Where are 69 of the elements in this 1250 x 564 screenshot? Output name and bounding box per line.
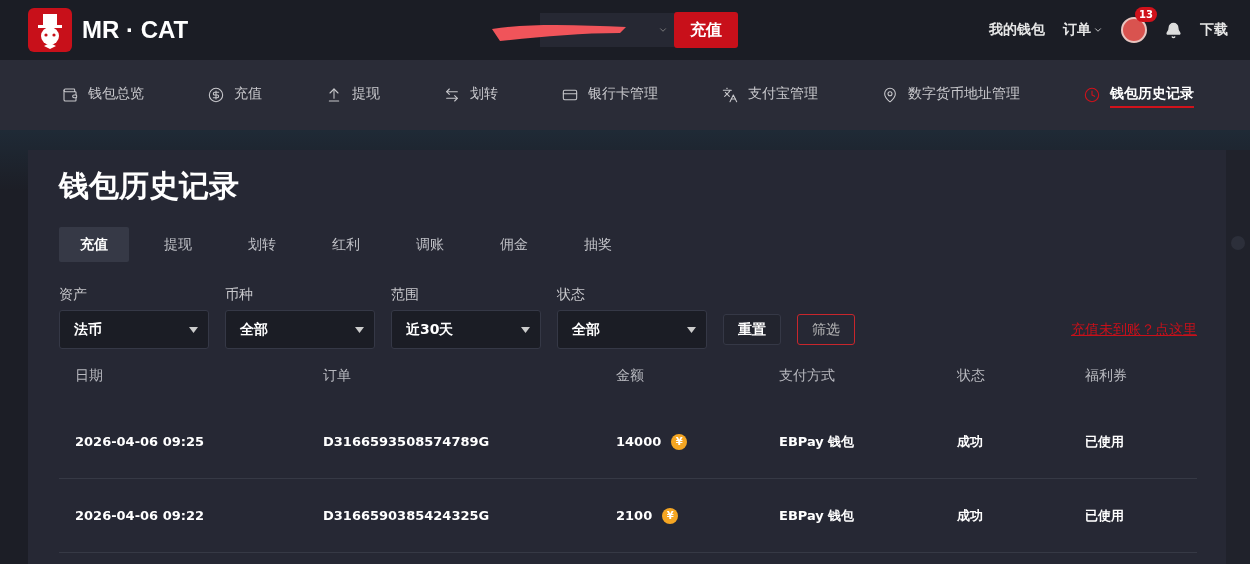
brand-name: MR · CAT [82,16,189,44]
table-cell-text: EBPay 钱包 [779,432,856,451]
caret-icon [687,326,696,333]
filter-label: 币种 [225,286,254,304]
filter-label: 范围 [391,286,420,304]
filter-select[interactable]: 法币 [59,310,209,349]
coin-icon: ¥ [662,507,679,524]
table-cell-text: 成功 [957,432,984,451]
nav-item[interactable]: 钱包历史记录 [1084,82,1194,108]
reset-button[interactable]: 重置 [723,314,781,345]
column-header: 订单 [323,367,352,385]
coin-icon: ¥ [671,433,688,450]
nav-item[interactable]: 数字货币地址管理 [882,82,1020,108]
filter-select[interactable]: 全部 [225,310,375,349]
tab[interactable]: 充值 [59,227,129,262]
nav-item[interactable]: 充值 [208,82,262,108]
table-cell-text: 已使用 [1085,506,1125,525]
table-cell-text: 已使用 [1085,432,1125,451]
coin-icon [208,87,224,103]
wallet-icon [62,87,78,103]
nav-item[interactable]: 支付宝管理 [722,82,818,108]
column-header: 金额 [616,367,645,385]
caret-icon [521,326,530,333]
filter-select[interactable]: 全部 [557,310,707,349]
upload-icon [326,87,342,103]
table-cell-text: EBPay 钱包 [779,506,856,525]
table-cell-text: 2026-04-06 09:25 [75,434,206,449]
tab[interactable]: 红利 [311,227,381,262]
caret-icon [355,326,364,333]
column-header: 日期 [75,367,104,385]
column-header: 支付方式 [779,367,836,385]
chevron-icon [657,25,668,35]
clock-icon [1084,87,1100,103]
nav-item[interactable]: 钱包总览 [62,82,144,108]
tab[interactable]: 调账 [395,227,465,262]
tab[interactable]: 抽奖 [563,227,633,262]
logo-icon [28,8,72,52]
header-link[interactable]: 我的钱包 [989,21,1045,39]
column-header: 状态 [957,367,986,385]
bell-icon[interactable] [1165,21,1182,39]
table-cell-text: 成功 [957,506,984,525]
nav-item[interactable]: 银行卡管理 [562,82,658,108]
tab[interactable]: 提现 [143,227,213,262]
tab[interactable]: 佣金 [479,227,549,262]
filter-label: 资产 [59,286,88,304]
arrows-icon [444,87,460,103]
chevron-icon [1093,25,1103,35]
nav-item[interactable]: 划转 [444,82,498,108]
header-link[interactable]: 订单 [1063,21,1103,39]
download-link[interactable]: 下载 [1200,21,1228,39]
card-icon [562,87,578,103]
nav-item[interactable]: 提现 [326,82,380,108]
table-cell: 14000 [616,434,662,449]
table-cell-text: D3166593508574789G [323,434,491,449]
caret-icon [189,326,198,333]
table-cell: 2100 [616,508,653,523]
page-title: 钱包历史记录 [59,167,240,205]
recharge-button[interactable]: 充值 [673,12,738,48]
filter-button[interactable]: 筛选 [797,314,855,345]
column-header: 福利券 [1085,367,1128,385]
avatar[interactable] [1121,17,1147,43]
tab[interactable]: 划转 [227,227,297,262]
pin-icon [882,87,898,103]
filter-select[interactable]: 近30天 [391,310,541,349]
filter-label: 状态 [557,286,586,304]
table-cell-text: 2026-04-06 09:22 [75,508,206,523]
notification-badge: 13 [1135,7,1157,22]
glyph-icon [722,87,738,103]
table-cell-text: D3166590385424325G [323,508,491,523]
